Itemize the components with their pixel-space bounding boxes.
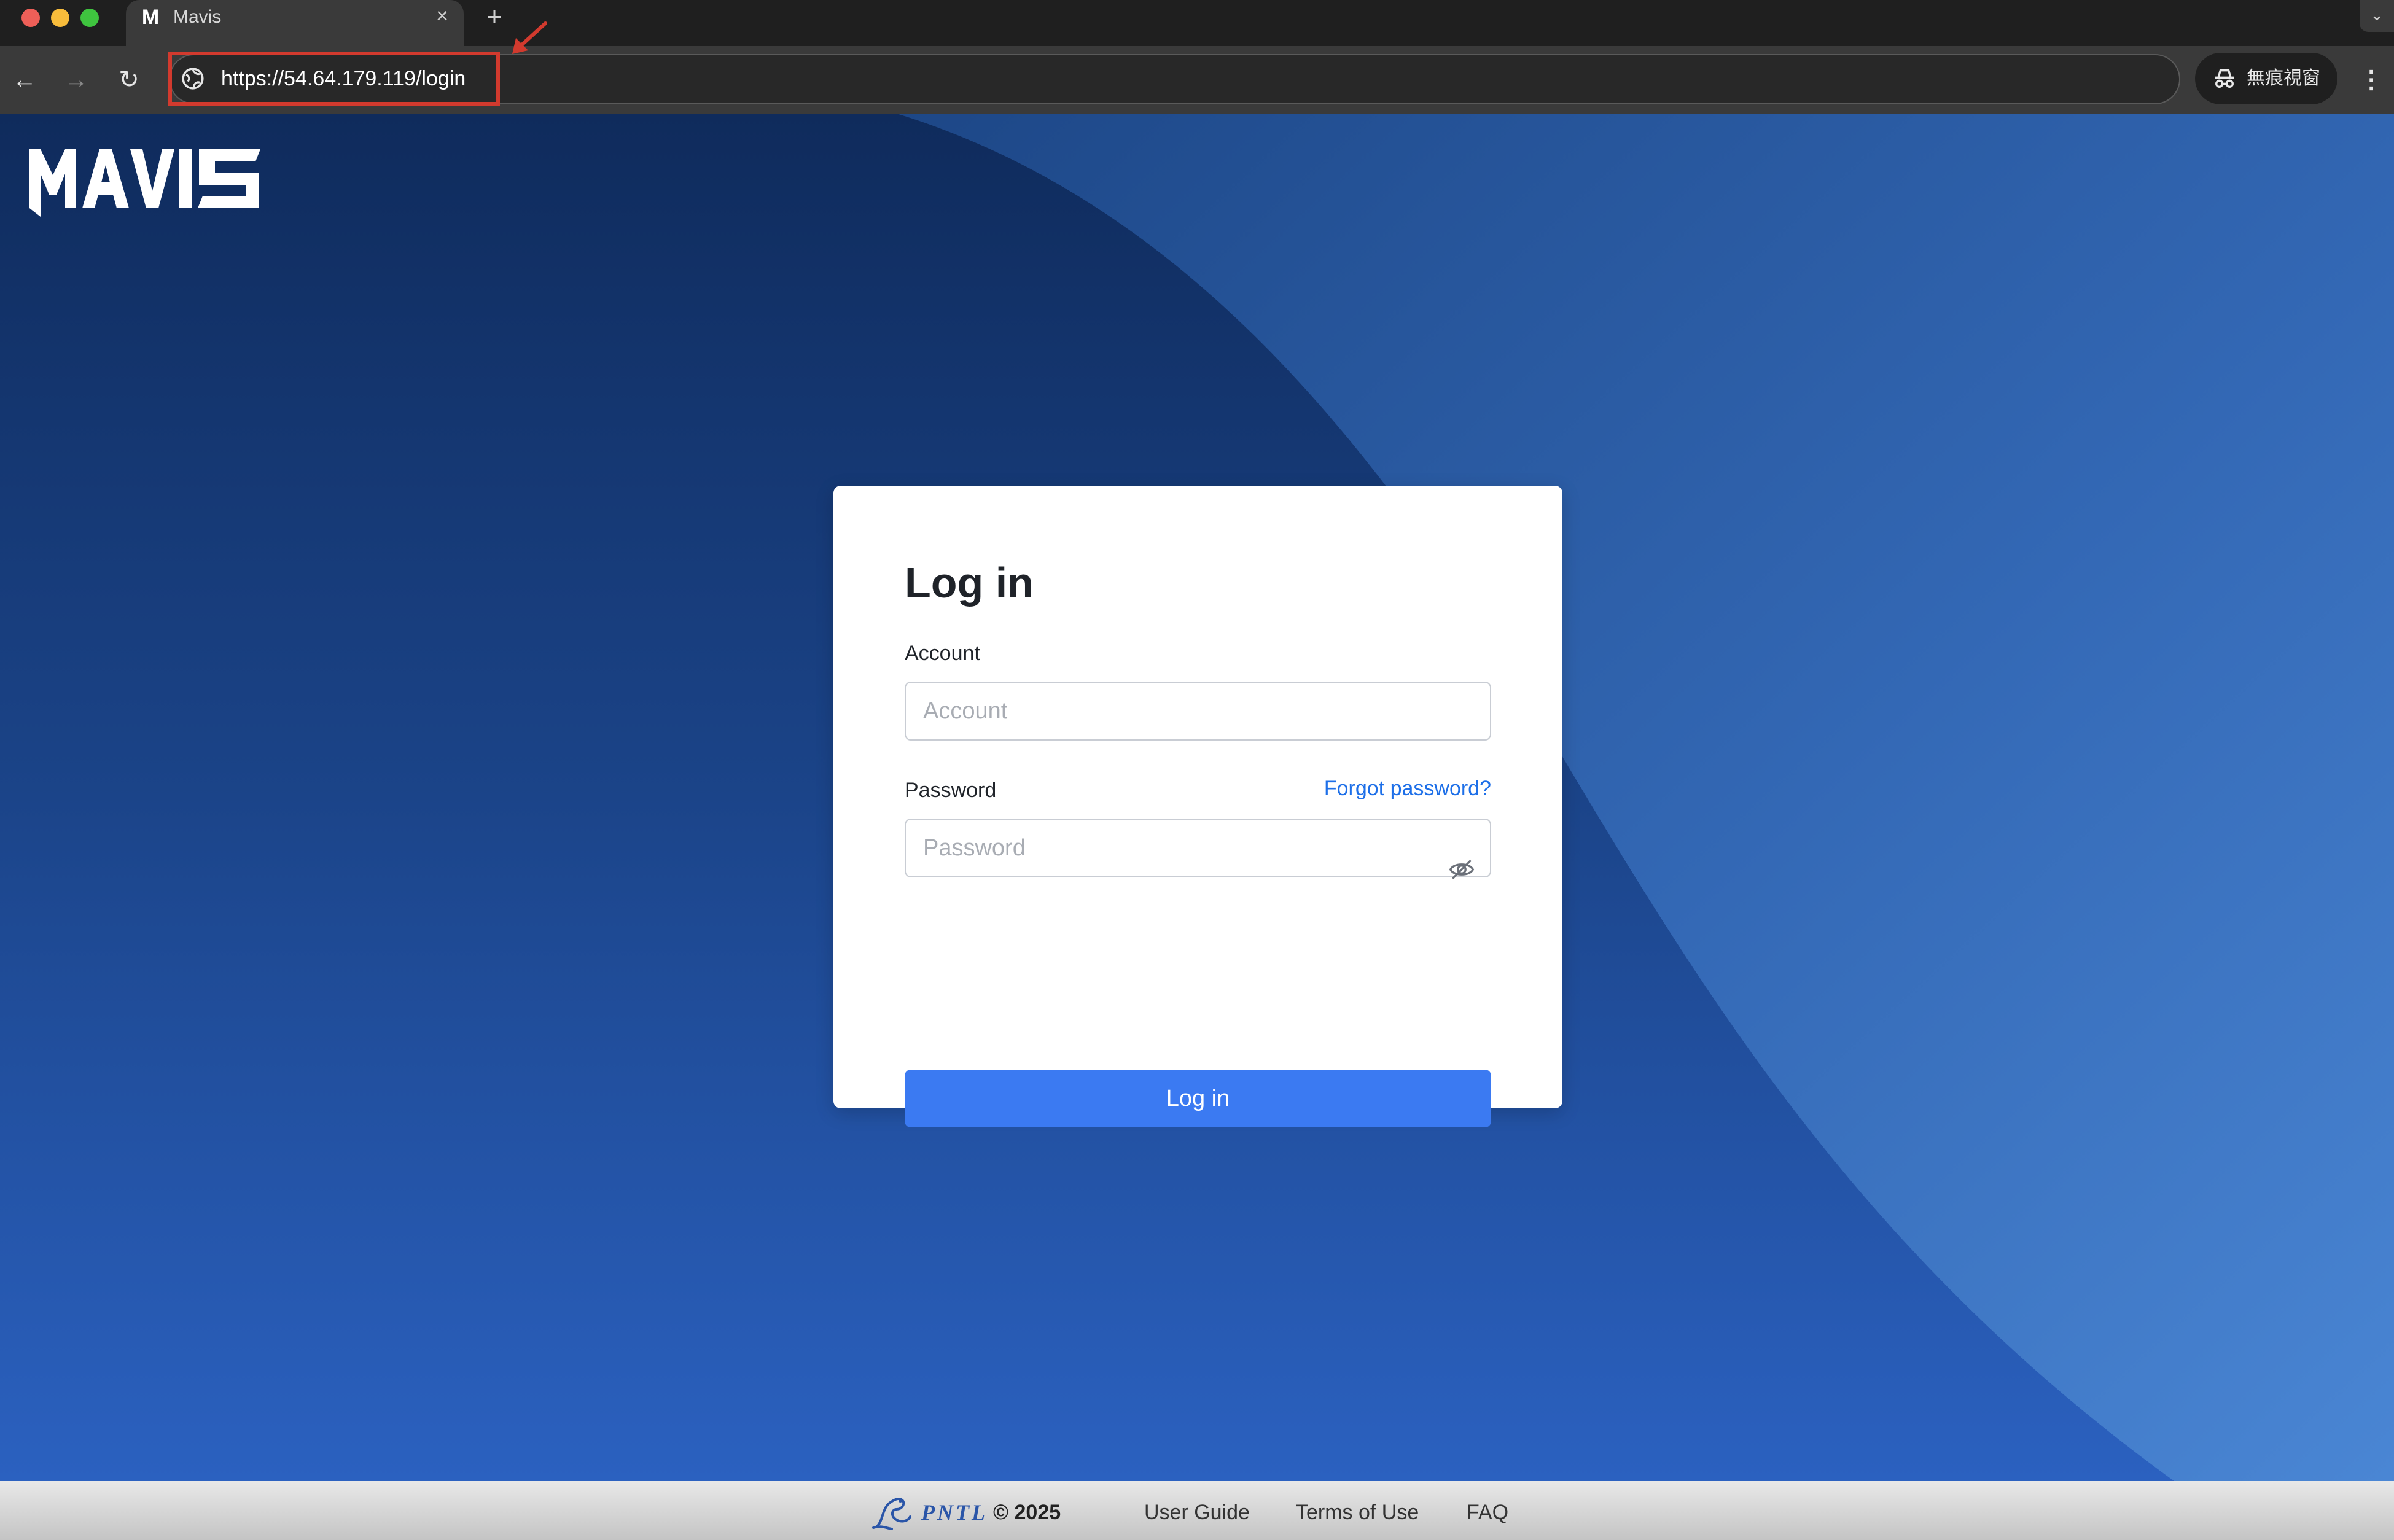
arrow-right-icon: → [64, 66, 88, 93]
annotation-arrow-icon [512, 21, 547, 54]
copyright-text: © 2025 [993, 1501, 1061, 1524]
new-tab-button[interactable]: + [480, 2, 509, 31]
window-close-button[interactable] [21, 9, 40, 27]
pntl-logo-icon [872, 1498, 911, 1530]
pntl-brand: PNTL [921, 1500, 988, 1525]
footer-link-terms-of-use[interactable]: Terms of Use [1296, 1501, 1419, 1525]
incognito-icon [2215, 69, 2234, 88]
account-label: Account [905, 642, 980, 665]
reload-icon: ↻ [119, 66, 139, 93]
footer-link-user-guide[interactable]: User Guide [1144, 1501, 1250, 1525]
account-input[interactable] [905, 682, 1491, 741]
password-label: Password [905, 779, 997, 802]
login-card: Log in Account Password Forgot password?… [833, 486, 1562, 1127]
tab-title: Mavis [173, 7, 222, 27]
mavis-favicon-icon: M [141, 6, 160, 29]
page-title: Log in [905, 559, 1034, 607]
footer-link-faq[interactable]: FAQ [1467, 1501, 1508, 1525]
window-zoom-button[interactable] [80, 9, 99, 27]
mavis-logo [29, 149, 260, 217]
login-page: Log in Account Password Forgot password?… [0, 114, 2394, 1481]
reload-button[interactable]: ↻ [109, 60, 149, 99]
incognito-label: 無痕視窗 [2247, 68, 2320, 88]
browser-menu-button[interactable]: ⋮ [2357, 60, 2385, 99]
back-button[interactable]: ← [5, 60, 44, 99]
window-minimize-button[interactable] [51, 9, 69, 27]
tab-close-icon[interactable]: × [430, 4, 454, 28]
annotation-highlight-box [168, 52, 500, 106]
more-vertical-icon: ⋮ [2359, 66, 2384, 93]
arrow-left-icon: ← [12, 66, 37, 93]
login-button[interactable]: Log in [905, 1070, 1491, 1127]
incognito-indicator[interactable]: 無痕視窗 [2195, 53, 2337, 104]
tab-search-chevron-icon[interactable]: ⌄ [2360, 0, 2394, 32]
password-input[interactable] [905, 819, 1491, 877]
forgot-password-link[interactable]: Forgot password? [1324, 777, 1491, 801]
eye-off-icon[interactable] [1448, 856, 1475, 883]
forward-button[interactable]: → [57, 60, 96, 99]
